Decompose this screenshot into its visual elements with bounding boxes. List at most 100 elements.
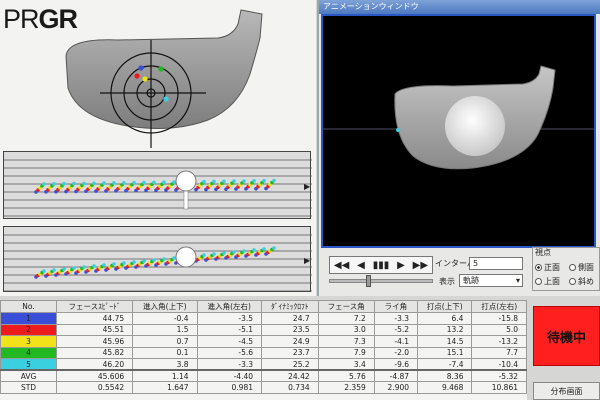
display-select[interactable]: 軌跡 ▾ (459, 274, 523, 287)
path-dot (202, 179, 206, 184)
slider-thumb[interactable] (366, 275, 371, 287)
rewind-button[interactable]: ◀◀ (334, 260, 349, 271)
cell-value: 0.734 (261, 381, 319, 394)
row-label: AVG (0, 369, 57, 382)
path-dot (82, 265, 86, 269)
cell-value: -5.1 (196, 323, 263, 336)
step-back-button[interactable]: ◀ (357, 260, 365, 271)
path-track-top: ▶ (3, 151, 312, 219)
measurement-table-area: No. フェースｽﾋﾟｰﾄﾞ 進入角(上下) 進入角(左右) ﾀﾞｲﾅﾐｯｸﾛﾌ… (0, 300, 527, 400)
path-dot (52, 182, 56, 186)
cell-value: 45.606 (55, 369, 134, 382)
header-attack-vertical: 進入角(上下) (132, 300, 198, 313)
cell-value: 45.51 (55, 323, 134, 336)
path-dot (102, 181, 106, 185)
cell-value: 1.5 (132, 323, 198, 336)
path-dot (152, 258, 156, 262)
viewpoint-front-radio[interactable]: 正面 (535, 262, 560, 273)
cell-value: 7.2 (317, 312, 375, 325)
path-dot (142, 180, 146, 185)
radio-icon (535, 278, 542, 285)
arrow-right-icon: ▶ (304, 256, 311, 265)
cell-value: -5.6 (196, 346, 263, 359)
cell-value: -4.1 (373, 335, 419, 348)
cell-value: 1.14 (132, 369, 198, 382)
path-track-bottom: ▶ (3, 226, 312, 292)
header-dynamic-loft: ﾀﾞｲﾅﾐｯｸﾛﾌﾄ (261, 300, 319, 313)
cell-value: 23.5 (261, 323, 319, 336)
cell-value: 45.82 (55, 346, 134, 359)
path-dot (92, 181, 96, 186)
radio-icon (569, 278, 576, 285)
cell-value: 13.2 (417, 323, 473, 336)
table-row: 1 44.75 -0.4 -3.5 24.7 7.2 -3.3 6.4 -15.8 (0, 312, 527, 325)
animation-window-titlebar: アニメーションウィンドウ (319, 0, 600, 14)
header-impact-vertical: 打点(上下) (417, 300, 473, 313)
path-dot (62, 267, 66, 271)
cell-value: -2.0 (373, 346, 419, 359)
cell-value: 3.0 (317, 323, 375, 336)
path-dot (122, 261, 126, 265)
viewpoint-diagonal-radio[interactable]: 斜め (569, 276, 594, 287)
radio-icon (569, 264, 576, 271)
table-row-avg: AVG 45.606 1.14 -4.40 24.42 5.76 -4.87 8.36 -5.3… (0, 369, 527, 382)
cell-value: 24.7 (261, 312, 319, 325)
path-dot (52, 268, 56, 272)
golf-ball (445, 96, 505, 156)
viewpoint-top-radio[interactable]: 上面 (535, 276, 560, 287)
row-label: 5 (0, 358, 57, 371)
distribution-screen-button[interactable]: 分布画面 (533, 382, 600, 400)
row-label: 4 (0, 346, 57, 359)
table-row: 5 46.20 3.8 -3.3 25.2 3.4 -9.6 -7.4 -10.4 (0, 358, 527, 371)
path-dot (242, 179, 246, 183)
path-dot (42, 182, 46, 186)
impact-dot (158, 66, 164, 72)
path-dot (252, 179, 256, 183)
cell-value: 7.9 (317, 346, 375, 359)
cell-value: 2.900 (373, 381, 419, 394)
path-dot (92, 264, 96, 268)
cell-value: -7.4 (417, 358, 473, 371)
viewpoint-side-radio[interactable]: 側面 (569, 262, 594, 273)
cell-value: 44.75 (55, 312, 134, 325)
path-dot (272, 246, 276, 250)
header-attack-horizontal: 進入角(左右) (196, 300, 263, 313)
table-row: 3 45.96 0.7 -4.5 24.9 7.3 -4.1 14.5 -13.2 (0, 335, 527, 348)
path-dot (112, 262, 116, 266)
cell-value: 6.4 (417, 312, 473, 325)
interval-input[interactable]: 5 (469, 257, 523, 270)
arrow-right-icon: ▶ (304, 182, 311, 191)
ball-marker (175, 170, 197, 192)
ball-marker (175, 246, 197, 268)
path-dot (212, 179, 216, 184)
cell-value: 25.2 (261, 358, 319, 371)
animation-viewport[interactable] (321, 14, 596, 248)
path-dot (132, 180, 136, 185)
radio-selected-icon (535, 264, 542, 271)
table-row: 2 45.51 1.5 -5.1 23.5 3.0 -5.2 13.2 5.0 (0, 323, 527, 336)
animation-window: アニメーションウィンドウ ◀◀ ◀ ▮▮▮ ▶ ▶▶ インターバル 5 表示 軌… (317, 0, 600, 296)
header-face-angle: フェース角 (317, 300, 375, 313)
cell-value: 0.7 (132, 335, 198, 348)
path-dot (72, 181, 76, 186)
path-dot (272, 178, 276, 183)
chevron-down-icon: ▾ (515, 276, 520, 285)
fast-forward-button[interactable]: ▶▶ (413, 260, 428, 271)
header-face-speed: フェースｽﾋﾟｰﾄﾞ (55, 300, 134, 313)
path-dot (262, 178, 266, 183)
cell-value: 3.4 (317, 358, 375, 371)
timeline-slider[interactable] (329, 275, 433, 287)
path-dot (122, 181, 126, 185)
cell-value: -5.2 (373, 323, 419, 336)
row-label: 1 (0, 312, 57, 325)
play-button[interactable]: ▶ (397, 260, 405, 271)
impact-dot (138, 65, 144, 71)
path-dot (162, 257, 166, 261)
cell-value: -3.3 (373, 312, 419, 325)
path-dot (162, 180, 166, 184)
impact-dot (163, 96, 169, 102)
path-dot (172, 180, 176, 184)
impact-dot (134, 73, 140, 79)
table-header-row: No. フェースｽﾋﾟｰﾄﾞ 進入角(上下) 進入角(左右) ﾀﾞｲﾅﾐｯｸﾛﾌ… (0, 300, 527, 313)
row-label: 3 (0, 335, 57, 348)
